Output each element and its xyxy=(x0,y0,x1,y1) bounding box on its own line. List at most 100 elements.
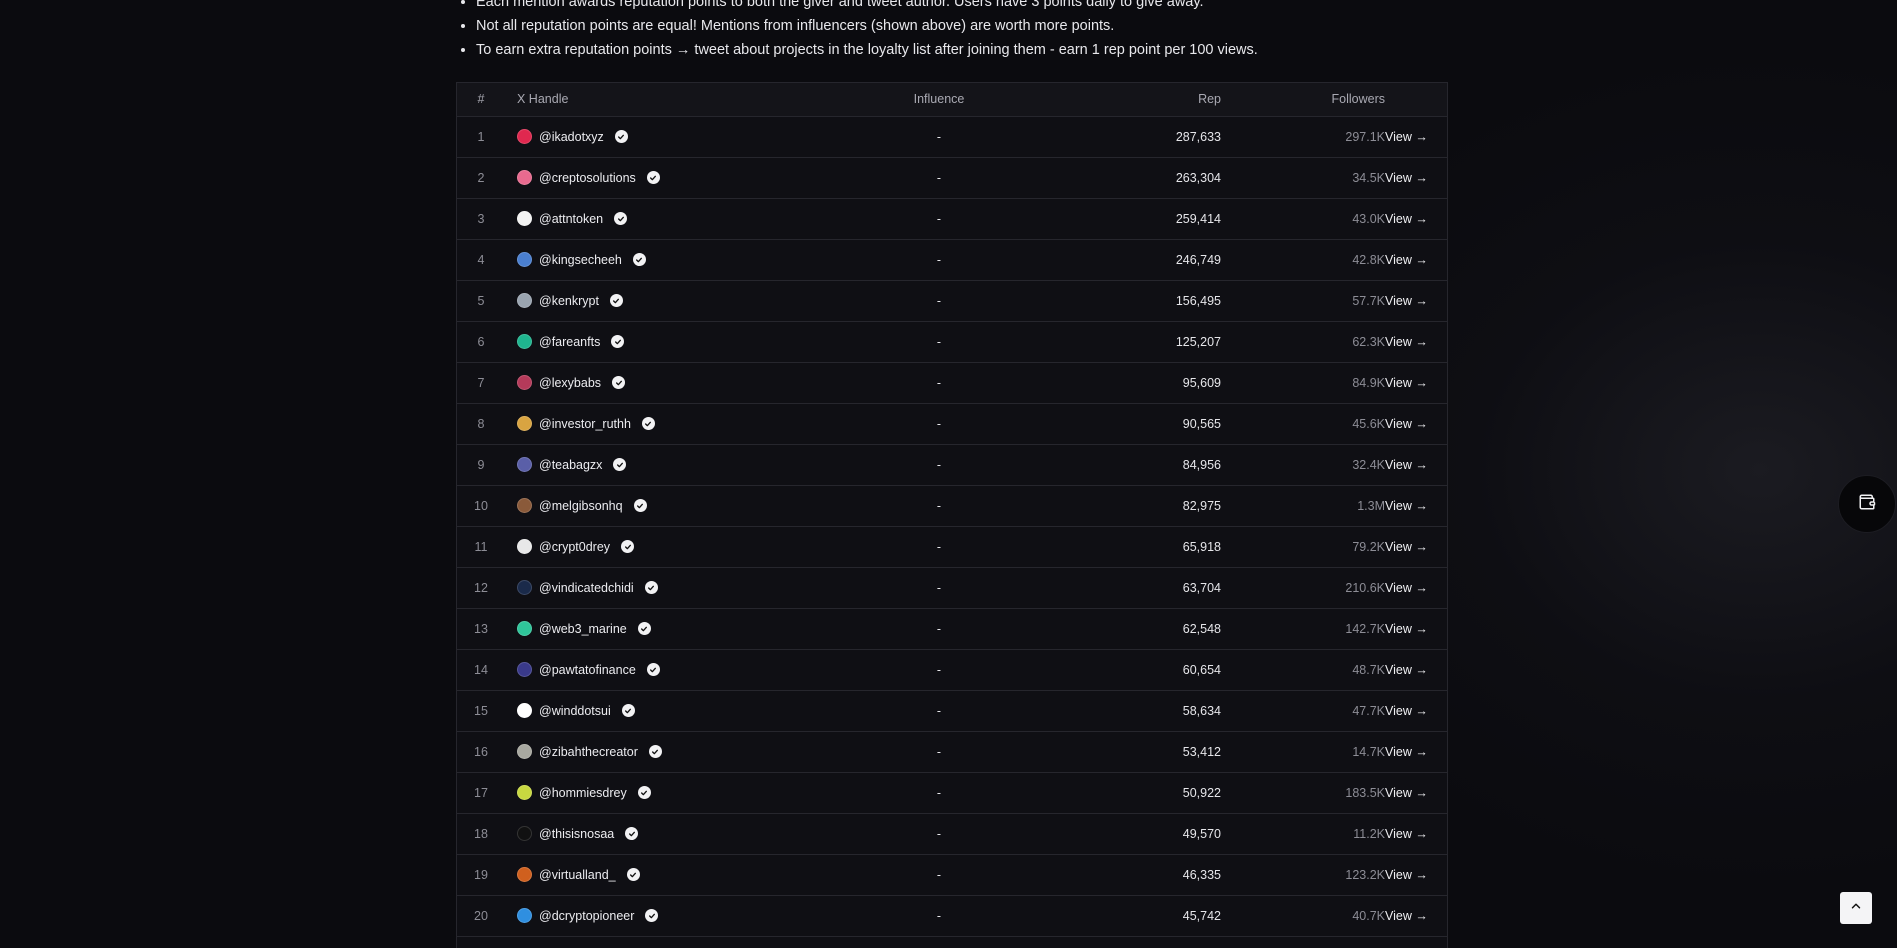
handle-link[interactable]: @vindicatedchidi xyxy=(517,580,658,596)
view-cell: View → xyxy=(1385,321,1447,362)
view-profile-link[interactable]: View → xyxy=(1385,704,1428,718)
handle-cell: @ikadotxyz xyxy=(505,116,847,157)
verified-check-icon xyxy=(646,171,660,185)
handle-link[interactable]: @teabagzx xyxy=(517,457,627,473)
view-profile-link[interactable]: View → xyxy=(1385,171,1428,185)
table-row[interactable]: 19 @virtualland_ - 46,335 123.2K View → xyxy=(457,854,1447,895)
influence-cell: - xyxy=(936,580,942,595)
followers-cell: 14.7K xyxy=(1352,744,1385,759)
table-row[interactable] xyxy=(457,936,1447,948)
table-row[interactable]: 20 @dcryptopioneer - 45,742 40.7K View → xyxy=(457,895,1447,936)
handle-link[interactable]: @thisisnosaa xyxy=(517,826,639,842)
view-cell: View → xyxy=(1385,198,1447,239)
table-row[interactable]: 1 @ikadotxyz - 287,633 297.1K View → xyxy=(457,116,1447,157)
table-row[interactable]: 5 @kenkrypt - 156,495 57.7K View → xyxy=(457,280,1447,321)
view-profile-link[interactable]: View → xyxy=(1385,499,1428,513)
rank-cell: 2 xyxy=(477,170,485,185)
handle-link[interactable]: @melgibsonhq xyxy=(517,498,647,514)
view-profile-link[interactable]: View → xyxy=(1385,827,1428,841)
handle-link[interactable]: @ikadotxyz xyxy=(517,129,628,145)
handle-link[interactable]: @investor_ruthh xyxy=(517,416,655,432)
followers-cell: 62.3K xyxy=(1352,334,1385,349)
handle-link[interactable]: @dcryptopioneer xyxy=(517,908,659,924)
view-profile-link[interactable]: View → xyxy=(1385,130,1428,144)
view-cell: View → xyxy=(1385,444,1447,485)
avatar xyxy=(517,785,532,801)
handle-cell: @investor_ruthh xyxy=(505,403,847,444)
rep-cell: 90,565 xyxy=(1182,416,1221,431)
verified-check-icon xyxy=(614,212,628,226)
handle-link[interactable]: @zibahthecreator xyxy=(517,744,662,760)
table-row[interactable]: 2 @creptosolutions - 263,304 34.5K View → xyxy=(457,157,1447,198)
view-profile-link[interactable]: View → xyxy=(1385,540,1428,554)
view-cell: View → xyxy=(1385,649,1447,690)
verified-check-icon xyxy=(646,663,660,677)
handle-link[interactable]: @kingsecheeh xyxy=(517,252,646,268)
rep-cell: 263,304 xyxy=(1175,170,1221,185)
verified-check-icon xyxy=(648,745,662,759)
table-row[interactable]: 8 @investor_ruthh - 90,565 45.6K View → xyxy=(457,403,1447,444)
table-row[interactable]: 12 @vindicatedchidi - 63,704 210.6K View → xyxy=(457,567,1447,608)
handle-link[interactable]: @winddotsui xyxy=(517,703,635,719)
view-profile-link[interactable]: View → xyxy=(1385,294,1428,308)
view-profile-link[interactable]: View → xyxy=(1385,253,1428,267)
view-cell: View → xyxy=(1385,895,1447,936)
view-profile-link[interactable]: View → xyxy=(1385,745,1428,759)
table-row[interactable]: 13 @web3_marine - 62,548 142.7K View → xyxy=(457,608,1447,649)
view-profile-link[interactable]: View → xyxy=(1385,581,1428,595)
handle-cell: @kenkrypt xyxy=(505,280,847,321)
rep-cell: 246,749 xyxy=(1175,252,1221,267)
handle-link[interactable]: @attntoken xyxy=(517,211,628,227)
followers-cell: 123.2K xyxy=(1345,867,1385,882)
x-handle: @web3_marine xyxy=(539,621,627,636)
followers-cell: 142.7K xyxy=(1345,621,1385,636)
handle-cell: @crypt0drey xyxy=(505,526,847,567)
x-handle: @attntoken xyxy=(539,211,604,226)
view-profile-link[interactable]: View → xyxy=(1385,622,1428,636)
view-profile-link[interactable]: View → xyxy=(1385,458,1428,472)
handle-link[interactable]: @hommiesdrey xyxy=(517,785,651,801)
table-row[interactable]: 6 @fareanfts - 125,207 62.3K View → xyxy=(457,321,1447,362)
view-profile-link[interactable]: View → xyxy=(1385,417,1428,431)
handle-link[interactable]: @crypt0drey xyxy=(517,539,635,555)
rank-cell: 11 xyxy=(474,539,488,554)
table-row[interactable]: 18 @thisisnosaa - 49,570 11.2K View → xyxy=(457,813,1447,854)
table-row[interactable]: 9 @teabagzx - 84,956 32.4K View → xyxy=(457,444,1447,485)
handle-link[interactable]: @virtualland_ xyxy=(517,867,640,883)
view-profile-link[interactable]: View → xyxy=(1385,335,1428,349)
view-profile-link[interactable]: View → xyxy=(1385,868,1428,882)
rep-cell: 53,412 xyxy=(1182,744,1221,759)
table-row[interactable]: 3 @attntoken - 259,414 43.0K View → xyxy=(457,198,1447,239)
table-row[interactable]: 10 @melgibsonhq - 82,975 1.3M View → xyxy=(457,485,1447,526)
handle-link[interactable]: @kenkrypt xyxy=(517,293,623,309)
x-handle: @teabagzx xyxy=(539,457,603,472)
verified-check-icon xyxy=(611,335,625,349)
view-profile-link[interactable]: View → xyxy=(1385,376,1428,390)
handle-link[interactable]: @pawtatofinance xyxy=(517,662,660,678)
table-row[interactable]: 11 @crypt0drey - 65,918 79.2K View → xyxy=(457,526,1447,567)
table-row[interactable]: 17 @hommiesdrey - 50,922 183.5K View → xyxy=(457,772,1447,813)
handle-link[interactable]: @lexybabs xyxy=(517,375,626,391)
column-header-handle: X Handle xyxy=(505,83,847,117)
handle-link[interactable]: @fareanfts xyxy=(517,334,625,350)
x-handle: @vindicatedchidi xyxy=(539,580,634,595)
handle-cell: @teabagzx xyxy=(505,444,847,485)
table-row[interactable]: 7 @lexybabs - 95,609 84.9K View → xyxy=(457,362,1447,403)
x-handle: @lexybabs xyxy=(539,375,602,390)
view-cell: View → xyxy=(1385,772,1447,813)
handle-link[interactable]: @web3_marine xyxy=(517,621,651,637)
view-profile-link[interactable]: View → xyxy=(1385,786,1428,800)
table-row[interactable]: 15 @winddotsui - 58,634 47.7K View → xyxy=(457,690,1447,731)
view-profile-link[interactable]: View → xyxy=(1385,909,1428,923)
handle-link[interactable]: @creptosolutions xyxy=(517,170,660,186)
table-row[interactable]: 14 @pawtatofinance - 60,654 48.7K View → xyxy=(457,649,1447,690)
x-handle: @virtualland_ xyxy=(539,867,616,882)
scroll-to-top-button[interactable] xyxy=(1840,892,1872,924)
rank-cell: 3 xyxy=(477,211,485,226)
table-row[interactable]: 16 @zibahthecreator - 53,412 14.7K View → xyxy=(457,731,1447,772)
wallet-button[interactable] xyxy=(1838,475,1896,533)
view-profile-link[interactable]: View → xyxy=(1385,212,1428,226)
rank-cell: 17 xyxy=(474,785,488,800)
view-profile-link[interactable]: View → xyxy=(1385,663,1428,677)
table-row[interactable]: 4 @kingsecheeh - 246,749 42.8K View → xyxy=(457,239,1447,280)
